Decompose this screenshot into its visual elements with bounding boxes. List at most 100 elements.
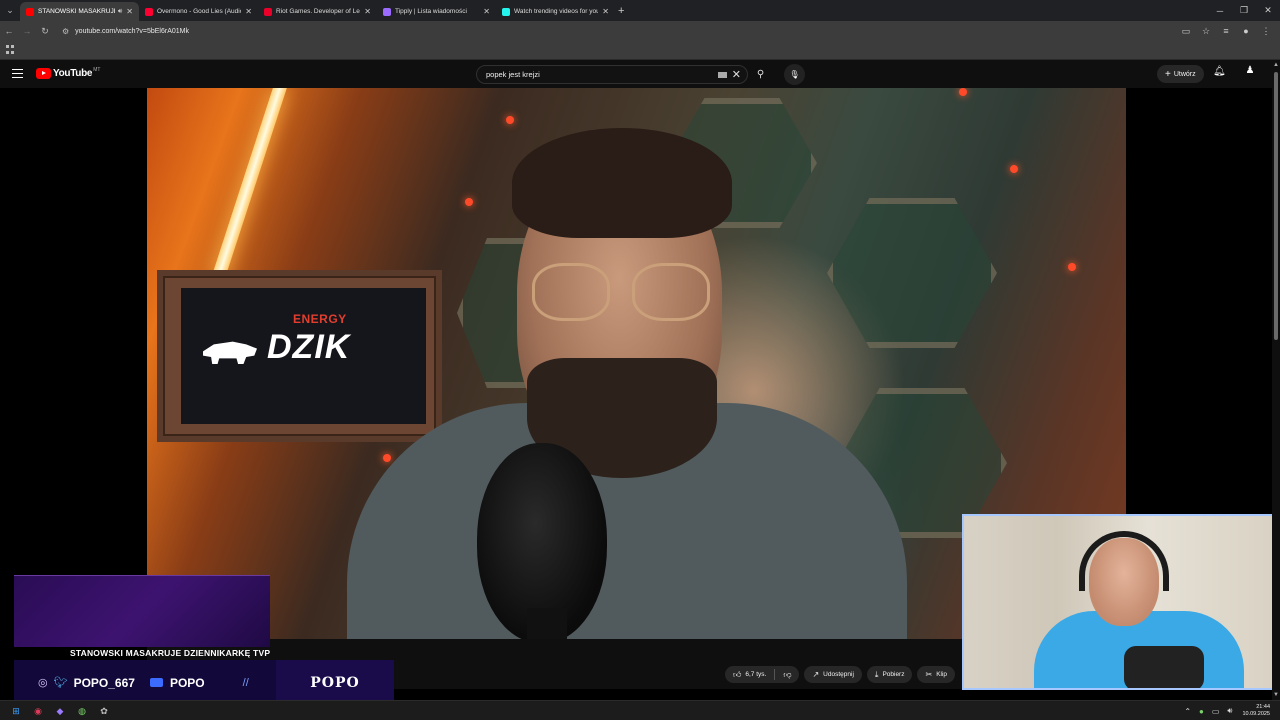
led-light [1068, 263, 1076, 271]
app-icon[interactable]: ◉ [31, 704, 45, 718]
like-button[interactable]: 👍︎ 6,7 tys. [725, 666, 774, 683]
youtube-wordmark: YouTube [53, 68, 93, 79]
share-icon: ↗ [812, 670, 820, 679]
headphones-icon [1079, 531, 1169, 591]
new-tab-icon[interactable]: + [618, 5, 632, 17]
scroll-up-icon[interactable]: ▲ [1273, 62, 1279, 68]
clock-date: 10.09.2025 [1242, 711, 1270, 717]
menu-hamburger-icon[interactable] [12, 69, 23, 78]
address-bar-actions: ▭ ☆ ≡ ● ⋮ [1176, 21, 1276, 41]
tab-overmono[interactable]: Overmono - Good Lies (Audio) ✕ [139, 2, 258, 21]
create-label: Utwórz [1173, 70, 1196, 78]
scroll-down-icon[interactable]: ▼ [1273, 692, 1279, 698]
restore-icon[interactable]: ❐ [1232, 5, 1256, 16]
close-window-icon[interactable]: ✕ [1256, 5, 1280, 16]
address-bar: ← → ↻ ⚙︎ youtube.com/watch?v=5bEl6rA01Mk… [0, 21, 1280, 41]
clip-label: Klip [936, 671, 948, 678]
search-icon[interactable]: ⚲ [750, 65, 771, 84]
social-handles-bar: ◎ 🐦︎ POPO_667 POPO // [14, 660, 276, 705]
scroll-thumb[interactable] [1274, 72, 1278, 340]
plus-icon: + [1165, 68, 1171, 80]
youtube-play-icon [36, 68, 51, 79]
tray-app-icon[interactable]: ● [1199, 707, 1204, 716]
keyboard-icon[interactable] [717, 71, 727, 78]
notifications-bell-icon[interactable]: 🔔︎ [1213, 66, 1226, 77]
youtube-favicon-icon [145, 7, 153, 16]
light-tube [211, 88, 287, 278]
voice-search-icon[interactable]: 🎙︎ [784, 64, 805, 85]
media-controls-icon[interactable]: ≡ [1216, 26, 1236, 36]
social-handle: POPO_667 [73, 675, 135, 690]
windows-start-icon[interactable]: ⊞ [9, 704, 23, 718]
tab-title: Watch trending videos for you [514, 8, 599, 15]
url-field[interactable]: ⚙︎ youtube.com/watch?v=5bEl6rA01Mk [62, 27, 189, 36]
stream-overlay-title: STANOWSKI MASAKRUJE DZIENNIKARKĘ TVP [70, 648, 271, 658]
avatar[interactable]: ♟ [1243, 65, 1257, 81]
back-icon[interactable]: ← [0, 26, 18, 36]
led-light [959, 88, 967, 96]
country-code: MT [93, 66, 101, 73]
chrome-icon[interactable]: ◍ [75, 704, 89, 718]
cast-icon[interactable]: ▭ [1176, 26, 1196, 37]
windows-taskbar: ⊞ ◉ ◆ ◍ ✿ ⌃ ● ▭ 🔊︎ 21:44 10.09.2025 [0, 700, 1280, 720]
window-controls: ─ ❐ ✕ [1208, 0, 1280, 21]
close-tab-icon[interactable]: ✕ [245, 7, 252, 16]
youtube-logo[interactable]: YouTube MT [36, 66, 101, 79]
tab-tiktok[interactable]: Watch trending videos for you ✕ [496, 2, 615, 21]
presenter-hair [512, 128, 732, 238]
extension-icon[interactable]: ● [1236, 26, 1256, 36]
stream-overlay-panel [14, 575, 270, 647]
thumbs-up-icon: 👍︎ [733, 669, 742, 679]
close-tab-icon[interactable]: ✕ [602, 7, 609, 16]
forward-icon[interactable]: → [18, 26, 36, 36]
tray-overflow-icon[interactable]: ⌃ [1184, 707, 1191, 716]
hex-panel [827, 198, 997, 348]
tab-tipply[interactable]: Tipply | Lista wiadomości ✕ [377, 2, 496, 21]
app-icon[interactable]: ✿ [97, 704, 111, 718]
network-icon[interactable]: ▭ [1212, 707, 1220, 716]
app-icon[interactable]: ◆ [53, 704, 67, 718]
create-button[interactable]: + Utwórz [1157, 65, 1204, 83]
youtube-icon [149, 678, 163, 687]
site-info-icon[interactable]: ⚙︎ [62, 27, 69, 36]
tab-title: Tipply | Lista wiadomości [395, 8, 467, 15]
tab-search-icon[interactable]: ⌄ [0, 0, 20, 21]
led-light [465, 198, 473, 206]
microphone-stand [527, 608, 567, 639]
page-scrollbar[interactable]: ▲ ▼ [1272, 60, 1280, 700]
search-input[interactable]: popek jest krejzi ✕ [476, 65, 748, 84]
brand-box: POPO [276, 660, 394, 705]
tab-riot-games[interactable]: Riot Games. Developer of League ✕ [258, 2, 377, 21]
tipply-favicon-icon [383, 7, 391, 16]
webcam-feed [962, 514, 1274, 690]
volume-icon[interactable]: 🔊︎ [1227, 706, 1232, 716]
dislike-button[interactable]: 👎︎ [775, 666, 799, 683]
screen: ⌄ STANOWSKI MASAKRUJE D 🔊︎ ✕ Overmono - … [0, 0, 1280, 720]
tab-title: Riot Games. Developer of League [276, 8, 360, 15]
clock[interactable]: 21:44 10.09.2025 [1242, 704, 1270, 718]
clip-button[interactable]: ✂ Klip [917, 666, 956, 683]
speaker-icon[interactable]: 🔊︎ [118, 8, 122, 16]
close-tab-icon[interactable]: ✕ [126, 7, 133, 16]
url-text: youtube.com/watch?v=5bEl6rA01Mk [75, 27, 189, 35]
led-light [1010, 165, 1018, 173]
share-button[interactable]: ↗ Udostępnij [804, 666, 862, 683]
youtube-favicon-icon [26, 7, 34, 16]
instagram-icon: ◎ [38, 677, 48, 689]
like-dislike-group: 👍︎ 6,7 tys. 👎︎ [725, 666, 800, 683]
minimize-icon[interactable]: ─ [1208, 6, 1232, 16]
close-tab-icon[interactable]: ✕ [364, 7, 371, 16]
reload-icon[interactable]: ↻ [36, 26, 54, 37]
tiktok-favicon-icon [502, 7, 510, 16]
apps-grid-icon[interactable] [6, 45, 15, 54]
glasses-left [532, 263, 610, 321]
tab-title: Overmono - Good Lies (Audio) [157, 8, 242, 15]
download-button[interactable]: ⤓ Pobierz [866, 666, 913, 683]
menu-icon[interactable]: ⋮ [1256, 26, 1276, 37]
share-label: Udostępnij [823, 671, 854, 678]
bookmark-star-icon[interactable]: ☆ [1196, 26, 1216, 37]
close-tab-icon[interactable]: ✕ [483, 7, 490, 16]
tab-youtube-video[interactable]: STANOWSKI MASAKRUJE D 🔊︎ ✕ [20, 2, 139, 21]
clear-search-icon[interactable]: ✕ [732, 68, 741, 81]
search-query: popek jest krejzi [486, 70, 540, 79]
